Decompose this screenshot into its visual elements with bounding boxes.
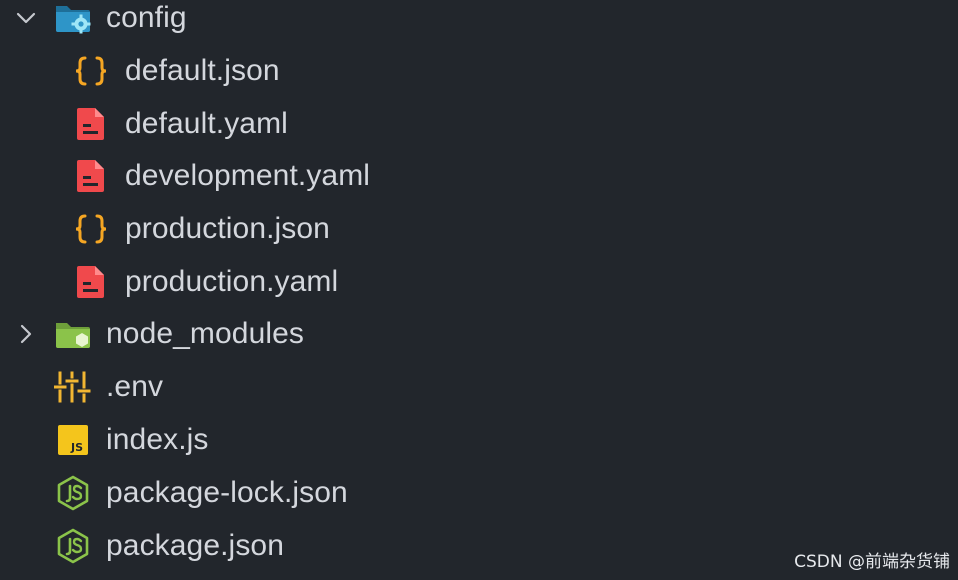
tree-folder-node-modules[interactable]: node_modules: [0, 308, 958, 360]
tree-item-label: .env: [106, 370, 164, 403]
tree-file-development-yaml[interactable]: development.yaml: [0, 150, 958, 202]
tree-item-label: default.json: [125, 54, 280, 87]
braces-icon: [75, 56, 107, 86]
chevron-right-icon[interactable]: [14, 322, 38, 346]
svg-text:JS: JS: [70, 441, 83, 454]
tree-item-label: node_modules: [106, 317, 305, 350]
node-folder-icon: [56, 323, 90, 348]
folder-gear-icon: [56, 6, 91, 34]
yaml-file-icon: [77, 160, 104, 192]
tree-folder-config[interactable]: config: [0, 0, 958, 44]
tree-file-env[interactable]: .env: [0, 361, 958, 413]
tree-item-label: production.json: [125, 212, 330, 245]
braces-icon: [75, 214, 107, 244]
tree-item-label: package.json: [106, 529, 284, 562]
tree-file-index-js[interactable]: JS index.js: [0, 414, 958, 466]
tree-file-package-lock-json[interactable]: package-lock.json: [0, 467, 958, 519]
yaml-file-icon: [77, 266, 104, 298]
tree-item-label: package-lock.json: [106, 476, 348, 509]
tree-item-label: development.yaml: [125, 159, 371, 192]
chevron-down-icon[interactable]: [14, 6, 38, 30]
watermark: CSDN @前端杂货铺: [794, 552, 950, 572]
tree-file-default-yaml[interactable]: default.yaml: [0, 98, 958, 150]
tree-file-production-json[interactable]: production.json: [0, 203, 958, 255]
tree-file-production-yaml[interactable]: production.yaml: [0, 256, 958, 308]
yaml-file-icon: [77, 108, 104, 140]
settings-sliders-icon: [54, 371, 91, 403]
nodejs-icon: [57, 475, 89, 511]
nodejs-icon: [57, 528, 89, 564]
tree-file-default-json[interactable]: default.json: [0, 45, 958, 97]
tree-item-label: config: [106, 1, 187, 34]
tree-item-label: production.yaml: [125, 265, 339, 298]
javascript-icon: JS: [58, 425, 88, 455]
tree-item-label: index.js: [106, 423, 209, 456]
tree-item-label: default.yaml: [125, 107, 288, 140]
